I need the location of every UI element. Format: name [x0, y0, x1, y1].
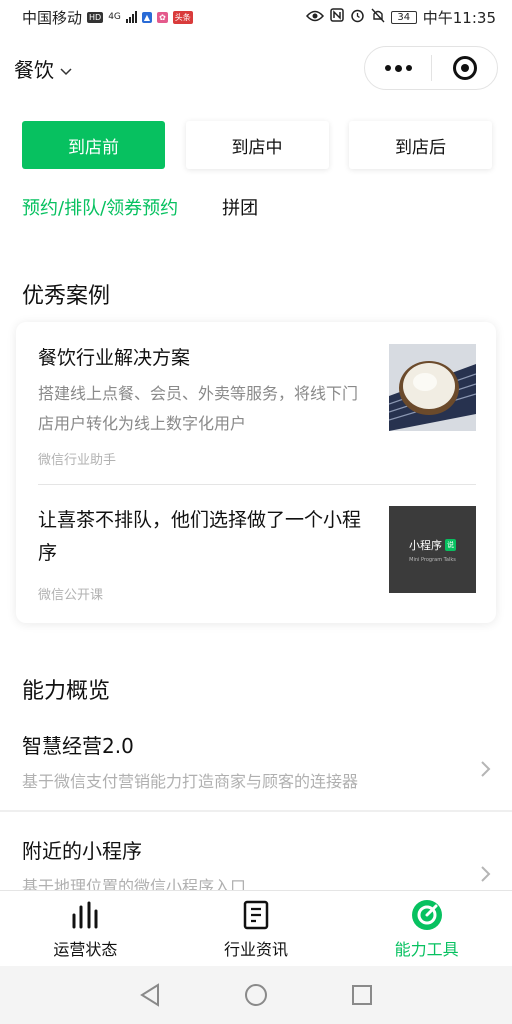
close-button[interactable] [432, 47, 497, 89]
case-title: 让喜茶不排队，他们选择做了一个小程序 [38, 509, 362, 564]
network-label: 4G [108, 12, 121, 22]
industry-selector[interactable]: 餐饮 [14, 54, 72, 83]
case-source: 微信行业助手 [38, 453, 117, 468]
page-title: 餐饮 [14, 58, 54, 82]
chevron-down-icon [60, 57, 72, 81]
toutiao-badge: 头条 [172, 10, 193, 24]
tab-label: 能力工具 [394, 940, 459, 959]
tab-label: 行业资讯 [224, 940, 289, 959]
capability-title: 智慧经营2.0 [22, 734, 134, 758]
capability-title: 附近的小程序 [22, 839, 142, 863]
tab-operation-status[interactable]: 运营状态 [0, 891, 171, 966]
capability-description: 基于地理位置的微信小程序入口 [22, 877, 247, 890]
app-notification-icon: ✿ [157, 11, 168, 23]
subtab-reservation[interactable]: 预约/排队/领券预约 [22, 194, 178, 220]
thumb-badge: 说 [445, 538, 456, 551]
stage-tabs: 到店前 到店中 到店后 [22, 121, 492, 169]
capability-item[interactable]: 智慧经营2.0 基于微信支付营销能力打造商家与顾客的连接器 [0, 730, 512, 810]
tab-in-store[interactable]: 到店中 [185, 121, 329, 169]
capability-item[interactable]: 附近的小程序 基于地理位置的微信小程序入口 [0, 835, 512, 890]
hd-badge: HD [87, 11, 104, 23]
battery-icon: 34 [390, 10, 417, 24]
chevron-right-icon [480, 760, 492, 778]
signal-icon [125, 11, 137, 23]
clock: 中午11:35 [422, 8, 496, 27]
thumb-title: 小程序 [409, 538, 442, 552]
tab-before-store[interactable]: 到店前 [22, 121, 165, 169]
tab-label: 运营状态 [53, 940, 118, 959]
card-divider [38, 484, 476, 485]
more-button[interactable] [365, 47, 431, 89]
alarm-icon [350, 8, 365, 27]
list-divider [0, 810, 512, 812]
status-bar: 中国移动 HD 4G ▲ ✿ 头条 34 中午11:35 [0, 0, 512, 34]
miniprogram-capsule [364, 46, 498, 90]
more-dots-icon [384, 65, 391, 71]
case-title: 餐饮行业解决方案 [38, 347, 191, 369]
capability-description: 基于微信支付营销能力打造商家与顾客的连接器 [22, 772, 359, 791]
rice-bowl-image [389, 344, 476, 431]
target-icon [411, 899, 443, 931]
bar-chart-icon [69, 899, 101, 931]
chevron-right-icon [480, 865, 492, 883]
carrier-name: 中国移动 [22, 8, 83, 27]
app-header: 餐饮 [0, 46, 512, 92]
cases-section-title: 优秀案例 [22, 284, 111, 309]
subtab-group-buy[interactable]: 拼团 [222, 194, 258, 220]
case-item[interactable]: 餐饮行业解决方案 搭建线上点餐、会员、外卖等服务，将线下门店用户转化为线上数字化… [38, 342, 476, 468]
back-button[interactable] [137, 982, 163, 1008]
app-notification-icon: ▲ [141, 11, 153, 23]
mute-icon [371, 8, 385, 27]
tab-capability-tools[interactable]: 能力工具 [341, 891, 512, 966]
recents-button[interactable] [349, 982, 375, 1008]
thumb-subtitle: Mini Program Talks [409, 556, 456, 563]
case-item[interactable]: 让喜茶不排队，他们选择做了一个小程序 微信公开课 小程序 说 Mini Prog… [38, 504, 476, 603]
sub-tabs: 预约/排队/领券预约 拼团 [22, 194, 258, 220]
case-description: 搭建线上点餐、会员、外卖等服务，将线下门店用户转化为线上数字化用户 [38, 384, 359, 433]
tab-industry-news[interactable]: 行业资讯 [171, 891, 342, 966]
nfc-icon [330, 8, 344, 26]
home-button[interactable] [243, 982, 269, 1008]
close-target-icon [452, 56, 477, 80]
capabilities-section-title: 能力概览 [22, 679, 111, 704]
eye-icon [305, 8, 324, 26]
miniprogram-talks-image: 小程序 说 Mini Program Talks [389, 506, 476, 593]
tab-after-store[interactable]: 到店后 [349, 121, 492, 169]
document-icon [240, 899, 272, 931]
bottom-tab-bar: 运营状态 行业资讯 能力工具 [0, 890, 512, 966]
system-navigation-bar [0, 966, 512, 1024]
cases-card: 餐饮行业解决方案 搭建线上点餐、会员、外卖等服务，将线下门店用户转化为线上数字化… [16, 322, 496, 623]
case-source: 微信公开课 [38, 588, 104, 603]
